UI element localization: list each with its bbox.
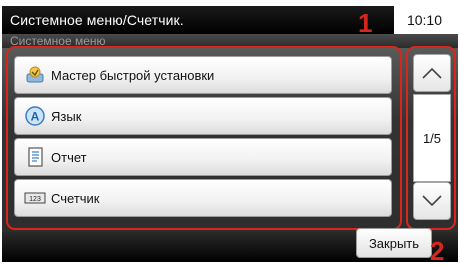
callout-number-1: 1 (358, 8, 373, 38)
callout-frame-scroll (406, 46, 456, 230)
screen-title: Системное меню/Счетчик. (10, 12, 184, 28)
close-button[interactable]: Закрыть (356, 228, 432, 258)
clock: 10:10 (398, 6, 450, 34)
title-bar: Системное меню/Счетчик. 10:10 (2, 6, 458, 34)
system-menu-screen: Системное меню/Счетчик. 10:10 Системное … (0, 0, 460, 264)
callout-number-2: 2 (430, 236, 445, 266)
callout-frame-menu-list (6, 46, 402, 230)
clock-panel: 10:10 (394, 6, 458, 34)
